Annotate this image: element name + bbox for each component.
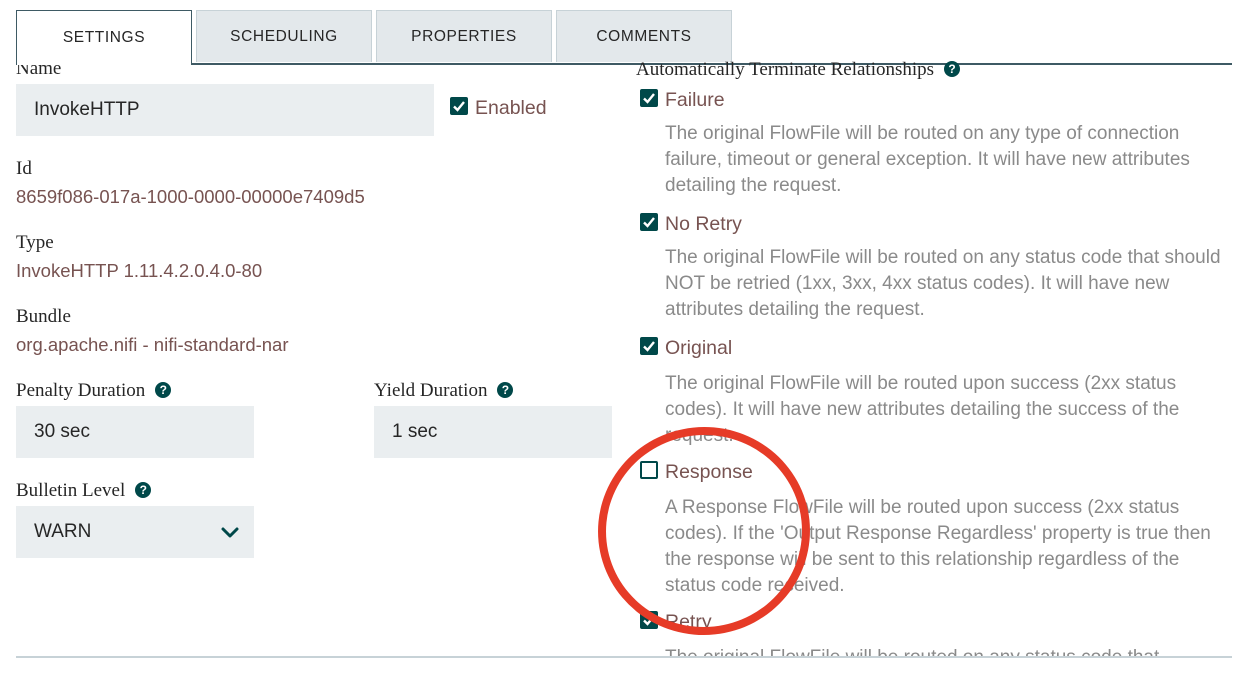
type-label: Type: [16, 232, 54, 253]
checkmark-icon: [643, 341, 655, 352]
enabled-label[interactable]: Enabled: [475, 97, 547, 120]
relationship-name[interactable]: Response: [665, 461, 753, 484]
penalty-duration-text: Penalty Duration: [16, 380, 146, 401]
no-retry-checkbox[interactable]: [640, 213, 658, 231]
yield-duration-label: Yield Duration?: [374, 380, 514, 402]
relationship-name[interactable]: Failure: [665, 89, 725, 112]
yield-duration-value: 1 sec: [392, 421, 438, 442]
relationship-name[interactable]: No Retry: [665, 213, 742, 236]
relationship-name[interactable]: Retry: [665, 611, 712, 634]
help-icon[interactable]: ?: [944, 60, 961, 77]
response-checkbox[interactable]: [640, 461, 658, 479]
chevron-down-icon: [221, 527, 239, 538]
checkmark-icon: [643, 93, 655, 104]
tab-settings[interactable]: SETTINGS: [16, 10, 192, 65]
relationship-description: The original FlowFile will be routed on …: [665, 247, 1221, 320]
id-label: Id: [16, 158, 32, 179]
relationship-description: The original FlowFile will be routed on …: [665, 123, 1190, 196]
enabled-checkbox[interactable]: [450, 97, 468, 115]
relationship-name[interactable]: Original: [665, 337, 732, 360]
checkmark-icon: [643, 615, 655, 626]
bundle-label: Bundle: [16, 306, 71, 327]
retry-checkbox[interactable]: [640, 611, 658, 629]
penalty-duration-label: Penalty Duration?: [16, 380, 172, 402]
id-value: 8659f086-017a-1000-0000-00000e7409d5: [16, 186, 365, 207]
checkmark-icon: [453, 101, 465, 112]
name-input[interactable]: InvokeHTTP: [16, 84, 434, 136]
help-icon[interactable]: ?: [135, 481, 152, 498]
bundle-value: org.apache.nifi - nifi-standard-nar: [16, 334, 289, 355]
help-icon[interactable]: ?: [497, 381, 514, 398]
name-input-value: InvokeHTTP: [34, 99, 140, 120]
help-icon[interactable]: ?: [155, 381, 172, 398]
failure-checkbox[interactable]: [640, 89, 658, 107]
original-checkbox[interactable]: [640, 337, 658, 355]
yield-duration-text: Yield Duration: [374, 380, 488, 401]
tab-bar: SETTINGS SCHEDULING PROPERTIES COMMENTS: [0, 0, 1248, 65]
bulletin-level-value: WARN: [34, 521, 92, 542]
type-value: InvokeHTTP 1.11.4.2.0.4.0-80: [16, 260, 263, 281]
tab-comments[interactable]: COMMENTS: [556, 10, 732, 62]
processor-config-dialog: SETTINGS SCHEDULING PROPERTIES COMMENTS …: [0, 0, 1248, 682]
yield-duration-input[interactable]: 1 sec: [374, 406, 612, 458]
relationship-description: A Response FlowFile will be routed upon …: [665, 497, 1211, 596]
relationship-description: The original FlowFile will be routed upo…: [665, 373, 1180, 446]
relationships-title: Automatically Terminate Relationships?: [636, 59, 961, 81]
tab-scheduling[interactable]: SCHEDULING: [196, 10, 372, 62]
penalty-duration-value: 30 sec: [34, 421, 90, 442]
bulletin-level-select[interactable]: WARN: [16, 506, 254, 558]
checkmark-icon: [643, 217, 655, 228]
bulletin-level-label: Bulletin Level?: [16, 480, 152, 502]
dialog-bottom-divider: [16, 656, 1232, 658]
bulletin-level-text: Bulletin Level: [16, 480, 126, 501]
tab-properties[interactable]: PROPERTIES: [376, 10, 552, 62]
penalty-duration-input[interactable]: 30 sec: [16, 406, 254, 458]
relationships-title-text: Automatically Terminate Relationships: [636, 59, 935, 80]
